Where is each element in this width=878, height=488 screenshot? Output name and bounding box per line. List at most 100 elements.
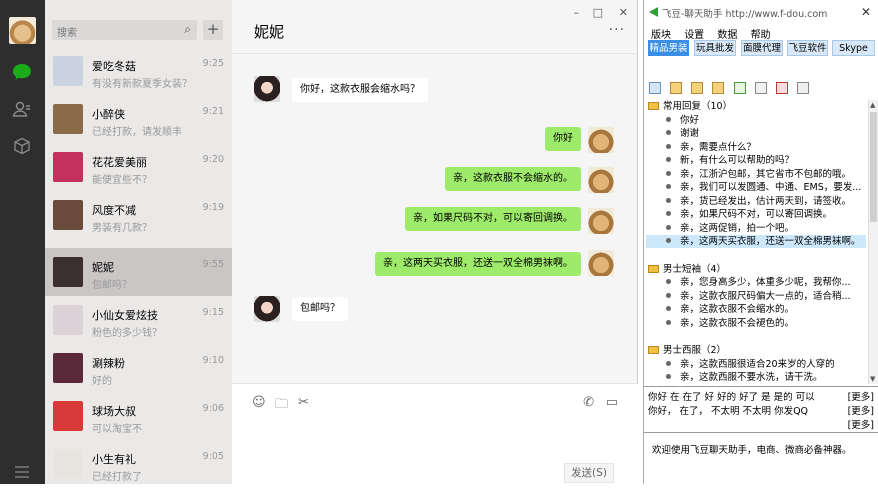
bullet-icon [666,238,671,243]
tab[interactable]: 飞豆软件 [787,40,828,56]
reply-item[interactable]: 亲，这款西服很适合20来岁的人穿的 [646,358,866,371]
my-avatar[interactable] [588,167,614,193]
message-preview: 能便宜些不？ [92,175,152,186]
contact-name: 小仙女爱炫技 [92,309,158,322]
reply-group[interactable]: 男士西服（2） [646,344,866,357]
panel-close-button[interactable]: ✕ [861,5,871,19]
folder-icon[interactable]: 🗀 [275,395,288,417]
voice-call-icon[interactable]: ✆ [583,395,594,410]
contact-avatar[interactable] [53,152,83,182]
conversation-item[interactable]: 妮妮 9:55 包邮吗？ [45,248,232,296]
reply-item[interactable]: 亲，江浙沪包邮，其它省市不包邮的哦。 [646,168,866,181]
video-call-icon[interactable]: ▭ [606,395,618,410]
tab[interactable]: 玩具批发 [694,40,736,56]
contact-name: 球场大叔 [92,405,136,418]
more-options-button[interactable]: ··· [609,22,625,38]
bullet-icon [666,184,671,189]
contact-avatar[interactable] [53,56,83,86]
reply-item[interactable]: 你好 [646,114,866,127]
reply-item[interactable]: 亲，如果尺码不对，可以寄回调换。 [646,208,866,221]
folder-up-icon[interactable] [670,82,682,94]
reply-item[interactable]: 亲，您身高多少，体重多少呢，我帮你... [646,276,866,289]
contact-avatar[interactable] [53,104,83,134]
panel-titlebar: 飞豆-聊天助手 http://www.f-dou.com ✕ [644,0,878,22]
reply-item[interactable]: 亲，这款衣服不会缩水的。 [646,303,866,316]
contact-avatar[interactable] [53,401,83,431]
conversation-item[interactable]: 爱吃冬菇 9:25 有没有新款夏季女装？ [45,47,232,95]
folder-down-icon[interactable] [691,82,703,94]
search-icon[interactable]: ⌕ [184,22,191,37]
edit-icon[interactable] [755,82,767,94]
reply-item[interactable]: 亲，这两天买衣服，还送一双全棉男袜啊。 [646,235,866,248]
collections-icon[interactable] [10,134,34,158]
scroll-thumb[interactable] [870,112,877,222]
conversation-item[interactable]: 风度不减 9:19 男装有几款？ [45,191,232,239]
contacts-icon[interactable] [10,97,34,121]
reply-item[interactable]: 亲，这款衣服不会褪色的。 [646,317,866,330]
chat-icon[interactable] [10,60,34,84]
message-time: 9:06 [202,403,224,414]
menu-icon[interactable] [10,460,34,484]
folder-icon [648,102,659,110]
reply-item[interactable]: 亲，我们可以发圆通、中通、EMS，要发... [646,181,866,194]
contact-avatar[interactable] [53,353,83,383]
tab[interactable]: Skype [832,40,875,56]
reply-item[interactable]: 亲，这两促销，拍一个吧。 [646,222,866,235]
conversation-item[interactable]: 涮辣粉 9:10 好的 [45,344,232,392]
conversation-item[interactable]: 小醉侠 9:21 已经打款，请发顺丰 [45,95,232,143]
minimize-button[interactable]: – [574,6,580,19]
more-link[interactable]: [更多] [848,389,874,403]
reply-group[interactable]: 常用回复（10） [646,100,866,113]
contact-avatar[interactable] [254,76,280,102]
search-box[interactable]: 搜索 ⌕ [52,20,197,40]
more-link[interactable]: [更多] [848,417,874,431]
add-button[interactable]: + [203,20,223,40]
reply-text: 谢谢 [680,128,700,139]
message-preview: 男装有几款？ [92,223,152,234]
reply-tree: 常用回复（10） 你好 谢谢亲，需要点什么？ 新，有什么可以帮助的吗？ 亲，江浙沪包邮，… [646,100,866,384]
my-avatar[interactable] [588,250,614,276]
contact-avatar[interactable] [254,296,280,322]
contact-avatar[interactable] [53,449,83,479]
scroll-up-icon[interactable]: ▲ [870,101,875,109]
reply-item[interactable]: 亲，货已经发出，估计两天到，请签收。 [646,195,866,208]
add-item-icon[interactable] [734,82,746,94]
user-avatar[interactable] [9,17,36,44]
contact-avatar[interactable] [53,257,83,287]
reply-item[interactable]: 亲，这款西服不要水洗，请干洗。 [646,371,866,384]
reply-item[interactable]: 新，有什么可以帮助的吗？ [646,154,866,167]
tree-scrollbar[interactable]: ▲ ▼ [868,100,878,384]
quick-reply-line[interactable]: 你好， 在了， 不太明 不太明 你发QQ [648,403,808,417]
more-link[interactable]: [更多] [848,403,874,417]
document-icon[interactable] [797,82,809,94]
quick-replies: 你好 在 在了 好 好的 好了 是 是的 可以 [更多] 你好， 在了， 不太明… [644,386,878,431]
reply-item[interactable]: 亲，需要点什么？ [646,141,866,154]
tab[interactable]: 面膜代理 [741,40,783,56]
tree-view-icon[interactable] [649,82,661,94]
message-preview: 好的 [92,376,112,387]
scroll-down-icon[interactable]: ▼ [870,375,875,383]
reply-group[interactable]: 男士短袖（4） [646,263,866,276]
conversation-item[interactable]: 花花爱美丽 9:20 能便宜些不？ [45,143,232,191]
my-avatar[interactable] [588,208,614,234]
screenshot-icon[interactable]: ✂ [298,395,309,410]
reply-item[interactable]: 谢谢 [646,127,866,140]
my-avatar[interactable] [588,127,614,153]
maximize-button[interactable]: □ [593,6,603,19]
tab[interactable]: 精品男装 [648,40,689,56]
quick-reply-line[interactable]: 你好 在 在了 好 好的 好了 是 是的 可以 [648,389,815,403]
delete-icon[interactable] [776,82,788,94]
contact-avatar[interactable] [53,305,83,335]
conversation-item[interactable]: 球场大叔 9:06 可以淘宝不 [45,392,232,440]
conversation-item[interactable]: 小生有礼 9:05 已经打款了 [45,440,232,488]
close-button[interactable]: ✕ [619,6,628,19]
reply-item[interactable]: 亲，这款衣服尺码偏大一点的，适合稍... [646,290,866,303]
send-button[interactable]: 发送(S) [564,463,614,483]
emoji-icon[interactable]: ☺ [252,395,266,410]
contact-avatar[interactable] [53,200,83,230]
message-input-area[interactable]: ☺ 🗀 ✂ ✆ ▭ 发送(S) [232,383,638,484]
new-folder-icon[interactable] [712,82,724,94]
conversation-item[interactable]: 小仙女爱炫技 9:15 粉色的多少钱？ [45,296,232,344]
reply-text: 亲，这两促销，拍一个吧。 [680,222,795,234]
